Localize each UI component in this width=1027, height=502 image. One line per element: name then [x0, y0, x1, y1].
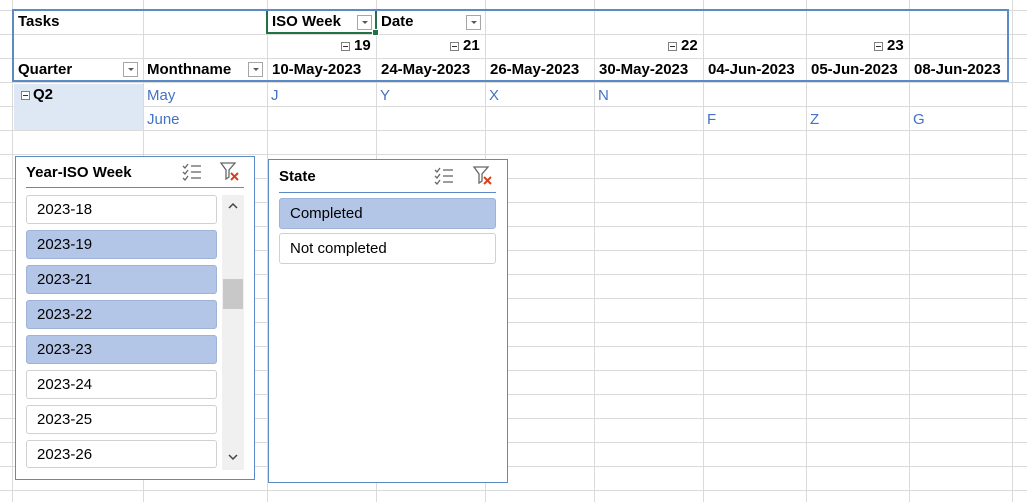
slicer-item[interactable]: 2023-18 — [26, 195, 217, 224]
scroll-thumb[interactable] — [223, 279, 243, 309]
slicer-item[interactable]: Not completed — [279, 233, 496, 264]
collapse-week-22-icon[interactable] — [668, 42, 677, 51]
slicer-item[interactable]: 2023-26 — [26, 440, 217, 468]
date-column-header: 08-Jun-2023 — [914, 61, 1001, 78]
clear-filter-icon[interactable] — [219, 161, 241, 183]
slicer-item[interactable]: 2023-24 — [26, 370, 217, 399]
task-value-cell: J — [271, 87, 279, 104]
quarter-filter-dropdown[interactable] — [123, 62, 138, 77]
tasks-header: Tasks — [18, 13, 60, 30]
task-value-cell: Y — [380, 87, 391, 104]
date-column-header: 04-Jun-2023 — [708, 61, 795, 78]
multi-select-icon[interactable] — [433, 166, 455, 188]
slicer-item[interactable]: 2023-23 — [26, 335, 217, 364]
multi-select-icon[interactable] — [181, 162, 203, 184]
date-column-header: 26-May-2023 — [490, 61, 580, 78]
task-value-cell: X — [489, 87, 500, 104]
monthname-filter-dropdown[interactable] — [248, 62, 263, 77]
state-slicer[interactable]: State Completed Not completed — [268, 159, 508, 483]
collapse-quarter-icon[interactable] — [21, 91, 30, 100]
date-column-header: 05-Jun-2023 — [811, 61, 898, 78]
scroll-up-icon[interactable] — [227, 201, 239, 211]
slicer-title: State — [279, 168, 316, 185]
date-field-header[interactable]: Date — [381, 11, 414, 33]
collapse-week-23-icon[interactable] — [874, 42, 883, 51]
quarter-field-header[interactable]: Quarter — [18, 59, 72, 81]
slicer-item[interactable]: 2023-19 — [26, 230, 217, 259]
task-value-cell: F — [707, 111, 717, 128]
date-column-header: 24-May-2023 — [381, 61, 471, 78]
slicer-title: Year-ISO Week — [26, 164, 132, 181]
active-cell-selection — [266, 9, 379, 36]
slicer-scrollbar[interactable] — [222, 195, 244, 470]
scroll-down-icon[interactable] — [227, 452, 239, 462]
quarter-row-label: Q2 — [33, 86, 54, 103]
collapse-week-21-icon[interactable] — [450, 42, 459, 51]
year-iso-week-slicer[interactable]: Year-ISO Week 2023-18 2023-19 2023-21 20… — [15, 156, 255, 480]
task-value-cell: N — [598, 87, 609, 104]
collapse-week-19-icon[interactable] — [341, 42, 350, 51]
monthname-field-header[interactable]: Monthname — [147, 59, 231, 81]
slicer-item[interactable]: Completed — [279, 198, 496, 229]
week-19-label: 19 — [354, 37, 371, 54]
date-filter-dropdown[interactable] — [466, 15, 481, 30]
slicer-item[interactable]: 2023-25 — [26, 405, 217, 434]
slicer-item[interactable]: 2023-21 — [26, 265, 217, 294]
task-value-cell: G — [913, 111, 925, 128]
task-value-cell: Z — [810, 111, 820, 128]
month-row-label: May — [147, 87, 176, 104]
date-column-header: 30-May-2023 — [599, 61, 689, 78]
week-22-label: 22 — [681, 37, 698, 54]
week-21-label: 21 — [463, 37, 480, 54]
slicer-item[interactable]: 2023-22 — [26, 300, 217, 329]
date-column-header: 10-May-2023 — [272, 61, 362, 78]
month-row-label: June — [147, 111, 180, 128]
week-23-label: 23 — [887, 37, 904, 54]
clear-filter-icon[interactable] — [472, 165, 494, 187]
